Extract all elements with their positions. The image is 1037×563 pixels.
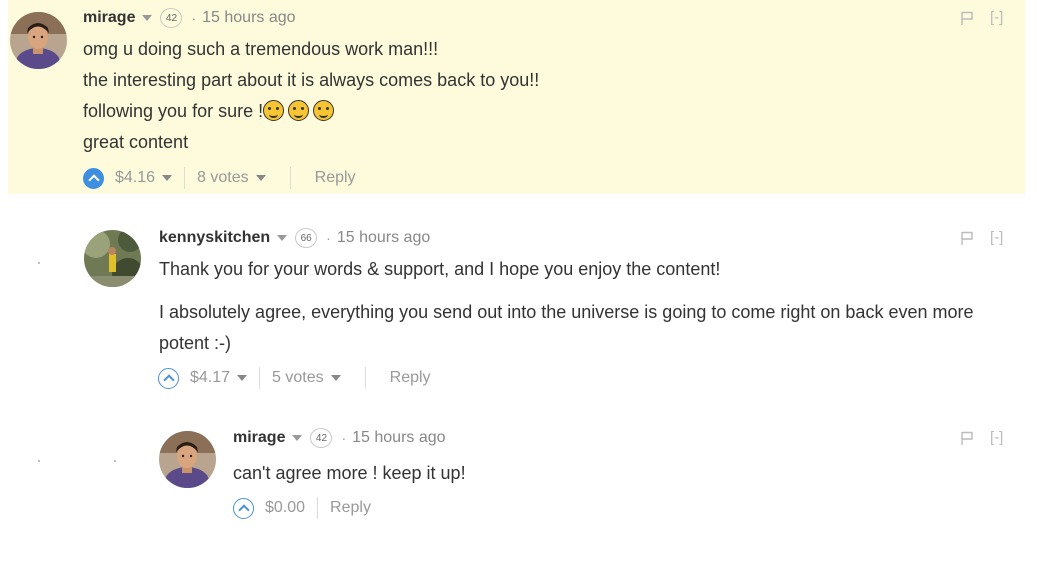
upvote-icon[interactable] [158,367,179,389]
flag-icon[interactable] [961,431,974,445]
payout-value[interactable]: $4.16 [115,169,155,187]
separator-dot: · [191,10,197,26]
smiling-face-icon [288,100,310,121]
comment-1: mirage 42 · 15 hours ago [-] omg u doing… [8,0,1025,194]
reputation-badge: 66 [295,228,318,248]
reply-link[interactable]: Reply [330,499,371,517]
votes-count[interactable]: 8 votes [197,169,249,187]
divider [259,367,261,389]
author-menu-caret-icon[interactable] [292,435,303,441]
comment-footer: $4.16 8 votes Reply [83,166,356,190]
collapse-toggle[interactable]: [-] [990,229,1003,246]
separator-dot: · [341,430,347,446]
comment-line-with-emoji: following you for sure ! [83,96,539,127]
avatar-image [10,12,67,69]
reply-link[interactable]: Reply [390,369,431,387]
divider [317,497,319,519]
payout-caret-icon[interactable] [162,175,173,181]
smiling-face-icon [313,100,335,121]
comment-body: Thank you for your words & support, and … [159,254,999,359]
comment-line: omg u doing such a tremendous work man!!… [83,39,439,59]
payout-caret-icon[interactable] [237,375,248,381]
comment-line: great content [83,132,189,152]
upvote-icon[interactable] [83,167,104,189]
comment-paragraph: can't agree more ! keep it up! [233,463,466,483]
collapse-toggle[interactable]: [-] [990,429,1003,446]
avatar-image [84,230,141,287]
comment-line: the interesting part about it is always … [83,70,540,90]
divider [289,167,291,189]
decorative-dot [38,460,40,462]
separator-dot: · [326,230,331,246]
payout-value[interactable]: $4.17 [190,369,230,387]
comment-actions: [-] [961,229,1003,246]
comment-body: omg u doing such a tremendous work man!!… [83,34,539,158]
comment-paragraph: I absolutely agree, everything you send … [159,302,974,353]
comment-paragraph: Thank you for your words & support, and … [159,259,721,279]
comment-header: mirage 42 · 15 hours ago [83,8,296,28]
reputation-badge: 42 [310,428,333,448]
avatar[interactable] [84,230,141,287]
comment-3: mirage 42 · 15 hours ago [-] can't agree… [0,420,1037,540]
decorative-dot [114,460,116,462]
timestamp[interactable]: 15 hours ago [352,429,445,447]
comment-actions: [-] [961,429,1003,446]
author-name[interactable]: mirage [233,429,285,447]
author-menu-caret-icon[interactable] [277,235,288,241]
timestamp[interactable]: 15 hours ago [337,229,430,247]
comment-footer: $0.00 Reply [233,496,371,520]
upvote-icon[interactable] [233,497,254,519]
reputation-badge: 42 [160,8,183,28]
divider [184,167,186,189]
comment-header: mirage 42 · 15 hours ago [233,428,446,448]
divider [364,367,366,389]
author-menu-caret-icon[interactable] [142,15,153,21]
author-name[interactable]: mirage [83,9,135,27]
comment-actions: [-] [961,9,1003,26]
comment-line-text: following you for sure ! [83,101,264,121]
avatar[interactable] [159,431,216,488]
comment-body: can't agree more ! keep it up! [233,458,466,489]
smiling-face-icon [263,100,285,121]
flag-icon[interactable] [961,231,974,245]
payout-value[interactable]: $0.00 [265,499,305,517]
votes-caret-icon[interactable] [255,175,266,181]
author-name[interactable]: kennyskitchen [159,229,270,247]
comment-header: kennyskitchen 66 · 15 hours ago [159,228,430,248]
comment-footer: $4.17 5 votes Reply [158,366,431,390]
votes-caret-icon[interactable] [330,375,341,381]
timestamp[interactable]: 15 hours ago [202,9,295,27]
avatar[interactable] [10,12,67,69]
avatar-image [159,431,216,488]
reply-link[interactable]: Reply [315,169,356,187]
comment-2: kennyskitchen 66 · 15 hours ago [-] Than… [0,216,1037,406]
votes-count[interactable]: 5 votes [272,369,324,387]
collapse-toggle[interactable]: [-] [990,9,1003,26]
decorative-dot [38,262,40,264]
flag-icon[interactable] [961,11,974,25]
